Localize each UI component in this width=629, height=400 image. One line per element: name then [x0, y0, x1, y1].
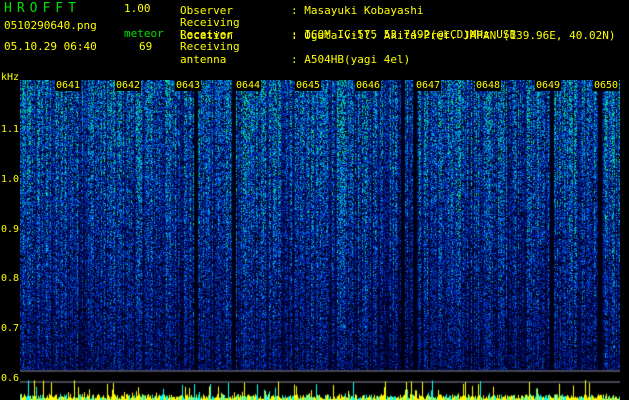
- freq-label: 1.1: [1, 124, 20, 135]
- info-antenna: Receiving antenna : A504HB(yagi 4el): [180, 40, 410, 66]
- file-datetime: 05.10.29 06:40: [4, 40, 97, 53]
- time-label: 0647: [415, 80, 442, 91]
- freq-label: 1.0: [1, 174, 20, 185]
- time-label: 0648: [475, 80, 502, 91]
- app-version: 1.00: [124, 2, 151, 15]
- meteor-count: 69: [139, 40, 153, 53]
- time-label: 0649: [535, 80, 562, 91]
- time-label: 0643: [175, 80, 202, 91]
- info-label: Receiving antenna: [180, 40, 240, 66]
- time-label: 0646: [355, 80, 382, 91]
- freq-unit: kHz: [1, 72, 20, 83]
- time-label: 0645: [295, 80, 322, 91]
- freq-label: 0.6: [1, 373, 20, 384]
- time-label: 0650: [593, 80, 620, 91]
- freq-label: 0.7: [1, 323, 20, 334]
- spectrogram: [20, 80, 620, 400]
- time-label: 0642: [115, 80, 142, 91]
- time-label: 0641: [55, 80, 82, 91]
- app-logo: HROFFT: [4, 1, 81, 16]
- freq-label: 0.9: [1, 224, 20, 235]
- file-name: 0510290640.png: [4, 19, 97, 32]
- meteor-label: meteor: [124, 27, 164, 40]
- freq-label: 0.8: [1, 273, 20, 284]
- time-label: 0644: [235, 80, 262, 91]
- info-value: : A504HB(yagi 4el): [291, 53, 411, 66]
